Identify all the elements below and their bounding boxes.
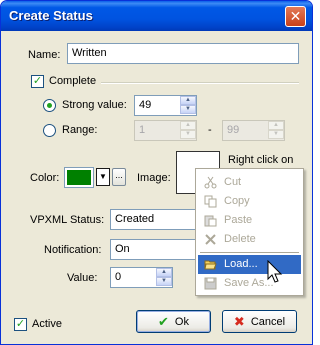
image-context-menu: Cut Copy Paste Delete Load... Save As... bbox=[195, 168, 304, 296]
close-button[interactable]: ✕ bbox=[285, 6, 306, 27]
ok-label: Ok bbox=[174, 315, 189, 328]
ok-button[interactable]: ✔ Ok bbox=[136, 310, 211, 333]
value-text: 0 bbox=[115, 271, 122, 283]
color-dropdown-button[interactable]: ▼ bbox=[96, 168, 110, 186]
strong-value-label: Strong value: bbox=[62, 99, 127, 111]
color-label: Color: bbox=[30, 172, 60, 184]
spin-up-icon[interactable]: ▲ bbox=[180, 121, 196, 130]
range-dash: - bbox=[208, 124, 212, 136]
spin-down-icon[interactable]: ▼ bbox=[180, 105, 196, 114]
open-folder-icon bbox=[204, 260, 217, 270]
menu-item-copy-label: Copy bbox=[224, 195, 250, 207]
active-label: Active bbox=[32, 318, 62, 330]
window-title: Create Status bbox=[9, 8, 93, 23]
spin-up-icon[interactable]: ▲ bbox=[156, 268, 172, 277]
cancel-button[interactable]: ✖ Cancel bbox=[222, 310, 297, 333]
spin-up-icon[interactable]: ▲ bbox=[180, 96, 196, 105]
menu-item-load[interactable]: Load... bbox=[198, 255, 301, 274]
value-label: Value: bbox=[67, 272, 98, 284]
floppy-disk-icon bbox=[204, 277, 217, 290]
color-swatch bbox=[67, 170, 91, 185]
complete-checkbox[interactable]: ✓ bbox=[31, 75, 44, 88]
title-bar[interactable]: Create Status ✕ bbox=[1, 1, 312, 31]
notification-label: Notification: bbox=[44, 244, 102, 256]
color-more-button[interactable]: ... bbox=[112, 168, 126, 186]
menu-item-cut-label: Cut bbox=[224, 176, 242, 188]
strong-value-text: 49 bbox=[139, 99, 152, 111]
create-status-dialog: Create Status ✕ Name: Written ✓ Complete… bbox=[0, 0, 313, 345]
range-to-text: 99 bbox=[227, 124, 240, 136]
name-field[interactable]: Written bbox=[67, 43, 299, 64]
cancel-label: Cancel bbox=[250, 315, 286, 328]
menu-item-paste-label: Paste bbox=[224, 214, 253, 226]
menu-separator bbox=[200, 252, 299, 253]
cancel-x-icon: ✖ bbox=[233, 313, 245, 329]
menu-item-delete[interactable]: Delete bbox=[198, 230, 301, 249]
complete-separator bbox=[101, 82, 299, 84]
menu-item-save-as[interactable]: Save As... bbox=[198, 274, 301, 293]
spin-down-icon[interactable]: ▼ bbox=[268, 130, 284, 139]
vpxml-status-select[interactable]: Created bbox=[110, 209, 202, 230]
mouse-cursor-icon bbox=[267, 260, 283, 283]
checkmark-icon: ✔ bbox=[158, 313, 169, 329]
range-from-text: 1 bbox=[139, 124, 146, 136]
spin-down-icon[interactable]: ▼ bbox=[180, 130, 196, 139]
image-hint: Right click on bbox=[228, 154, 294, 166]
range-to-spinner[interactable]: ▲ ▼ bbox=[268, 121, 284, 140]
value-spinner[interactable]: ▲ ▼ bbox=[156, 268, 172, 287]
complete-label: Complete bbox=[49, 75, 97, 87]
ellipsis-icon: ... bbox=[115, 170, 123, 180]
spin-down-icon[interactable]: ▼ bbox=[156, 277, 172, 286]
menu-item-paste[interactable]: Paste bbox=[198, 211, 301, 230]
spin-up-icon[interactable]: ▲ bbox=[268, 121, 284, 130]
menu-item-load-label: Load... bbox=[224, 258, 258, 270]
copy-icon bbox=[204, 195, 217, 208]
close-icon: ✕ bbox=[289, 8, 302, 24]
range-label: Range: bbox=[62, 124, 98, 136]
name-label: Name: bbox=[28, 49, 61, 61]
chevron-down-icon: ▼ bbox=[99, 172, 107, 181]
range-from-spinner[interactable]: ▲ ▼ bbox=[180, 121, 196, 140]
menu-item-copy[interactable]: Copy bbox=[198, 192, 301, 211]
color-picker[interactable] bbox=[64, 167, 94, 188]
range-radio[interactable] bbox=[43, 124, 56, 137]
strong-value-radio[interactable] bbox=[43, 99, 56, 112]
paste-icon bbox=[204, 215, 217, 227]
notification-select[interactable]: On bbox=[110, 239, 202, 260]
strong-value-spinner[interactable]: ▲ ▼ bbox=[180, 96, 196, 115]
delete-x-icon bbox=[205, 234, 216, 245]
menu-item-cut[interactable]: Cut bbox=[198, 173, 301, 192]
image-label: Image: bbox=[137, 172, 171, 184]
scissors-icon bbox=[204, 176, 217, 189]
vpxml-status-label: VPXML Status: bbox=[30, 214, 105, 226]
menu-item-delete-label: Delete bbox=[224, 233, 256, 245]
active-checkbox[interactable]: ✓ bbox=[14, 318, 27, 331]
